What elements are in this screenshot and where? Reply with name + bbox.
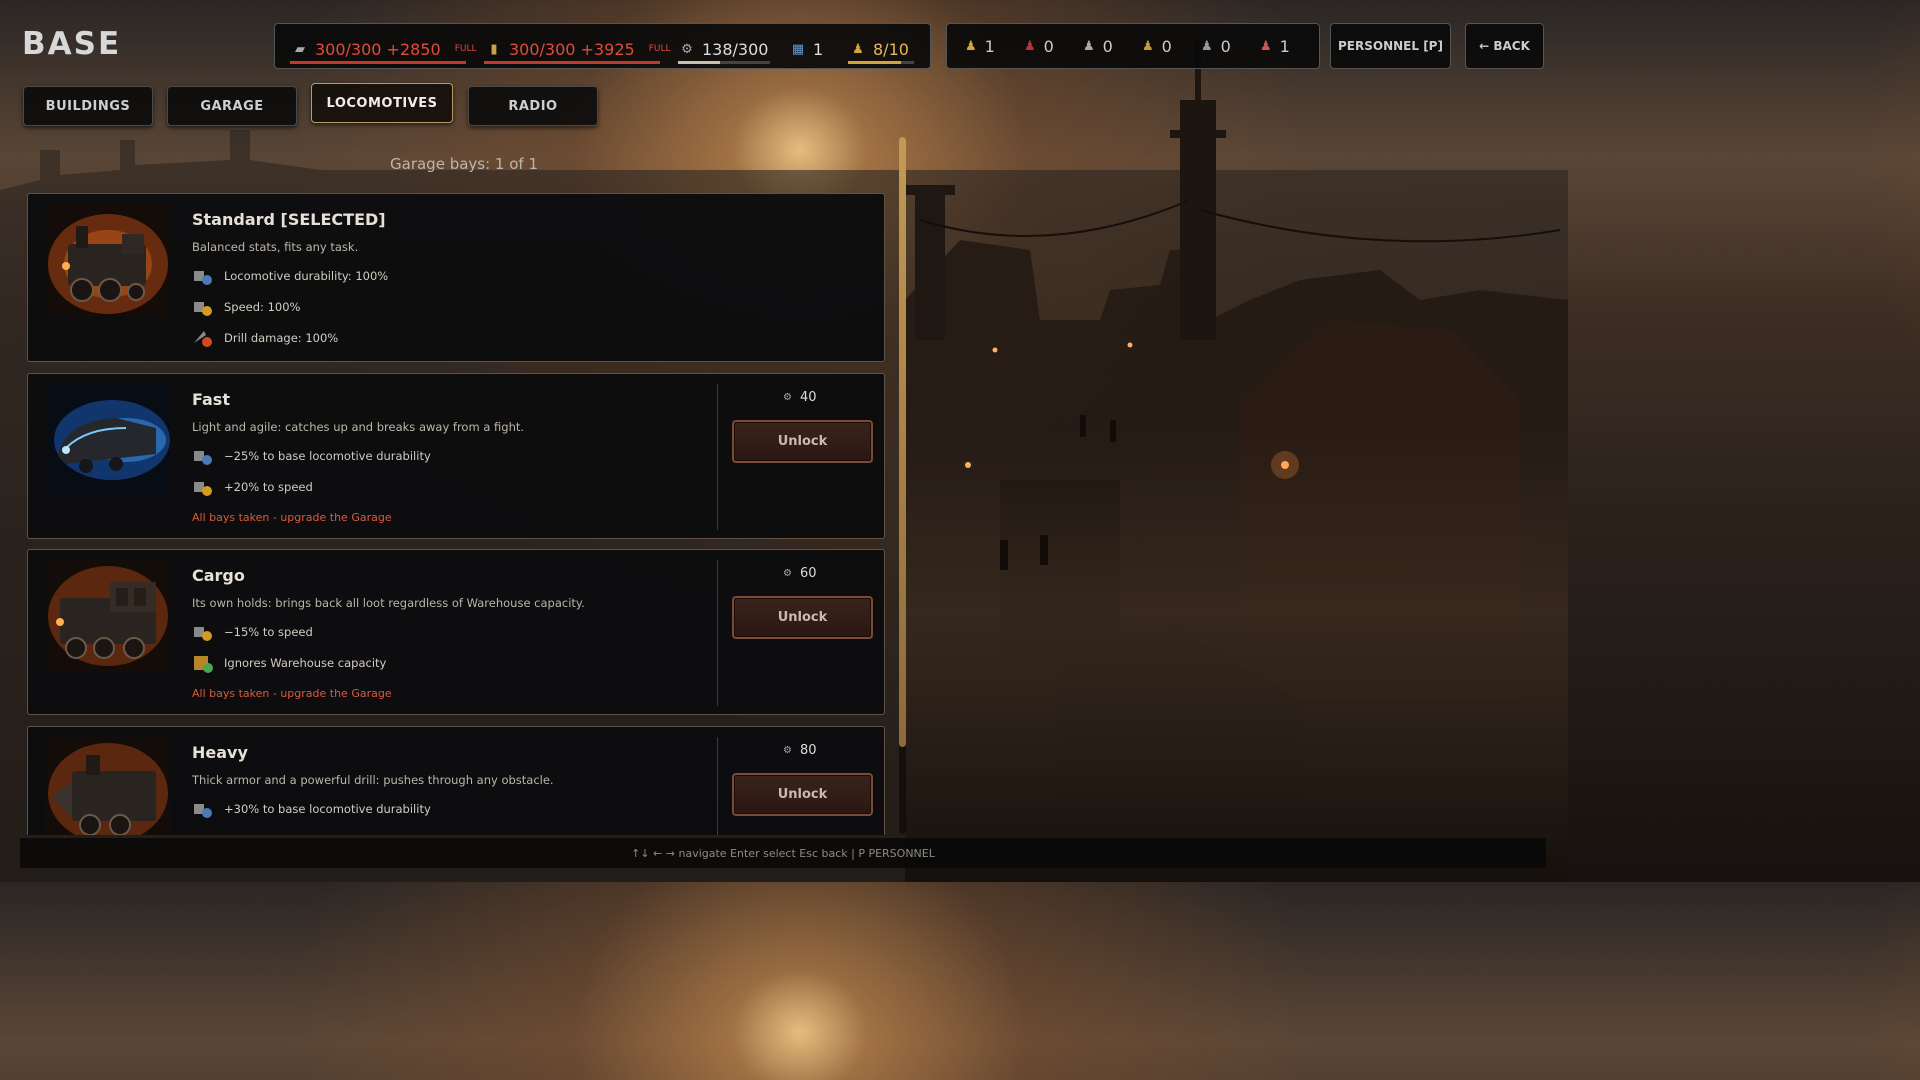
garage-bays-count: Garage bays: 1 of 1 <box>390 155 539 173</box>
stat-row: +20% to speed <box>192 476 313 498</box>
warehouse-icon <box>192 652 214 674</box>
locomotive-card-fast[interactable]: Fast Light and agile: catches up and bre… <box>27 373 885 539</box>
divider <box>717 737 718 835</box>
bays-full-warning: All bays taken - upgrade the Garage <box>192 511 392 524</box>
scrap-icon: ▰ <box>295 41 305 57</box>
durability-icon <box>192 265 214 287</box>
tab-radio[interactable]: RADIO <box>468 86 598 126</box>
parts-value: 138/300 <box>702 39 769 59</box>
workers-bar: ♟ 1 ♟ 0 ♟ 0 ♟ 0 ♟ 0 ♟ 1 <box>946 23 1320 69</box>
locomotive-fast-image <box>46 384 170 496</box>
locomotive-description: Its own holds: brings back all loot rega… <box>192 596 585 610</box>
tab-buildings[interactable]: BUILDINGS <box>23 86 153 126</box>
unlock-cost: ⚙ 80 <box>783 743 817 758</box>
personnel-button[interactable]: PERSONNEL [P] <box>1330 23 1451 69</box>
fuel-value: 300/300 +3925 <box>509 39 635 59</box>
unlock-button[interactable]: Unlock <box>732 596 873 639</box>
stat-row: Ignores Warehouse capacity <box>192 652 386 674</box>
worker-slot: ♟ 1 <box>1260 36 1290 56</box>
fuel-resource: ▮ 300/300 +3925 FULL <box>485 34 670 64</box>
blueprint-resource: ▦ 1 <box>789 34 823 64</box>
drill-icon <box>192 327 214 349</box>
stat-row: +30% to base locomotive durability <box>192 798 431 820</box>
page-title: BASE <box>22 26 122 62</box>
unlock-button[interactable]: Unlock <box>732 773 873 816</box>
locomotive-card-standard[interactable]: Standard [SELECTED] Balanced stats, fits… <box>27 193 885 362</box>
engineer-icon: ♟ <box>1083 38 1095 54</box>
worker-icon: ♟ <box>965 38 977 54</box>
scrap-value: 300/300 +2850 <box>315 39 441 59</box>
fuel-icon: ▮ <box>490 41 498 57</box>
fuel-full-label: FULL <box>648 44 671 54</box>
people-meter <box>848 61 914 64</box>
parts-meter <box>678 61 770 64</box>
scrap-meter <box>290 61 466 64</box>
durability-icon <box>192 445 214 467</box>
locomotive-name: Standard [SELECTED] <box>192 210 386 229</box>
worker-slot: ♟ 1 <box>965 36 995 56</box>
worker-slot: ♟ 0 <box>1201 36 1231 56</box>
divider <box>717 384 718 530</box>
unlock-cost: ⚙ 60 <box>783 566 817 581</box>
locomotive-description: Balanced stats, fits any task. <box>192 240 359 254</box>
controls-hint: ↑↓ ← → navigate Enter select Esc back | … <box>20 838 1546 868</box>
medic-icon: ♟ <box>1260 38 1272 54</box>
list-scrollbar[interactable] <box>899 137 906 834</box>
worker-slot: ♟ 0 <box>1142 36 1172 56</box>
locomotive-card-cargo[interactable]: Cargo Its own holds: brings back all loo… <box>27 549 885 715</box>
back-button[interactable]: ← BACK <box>1465 23 1544 69</box>
resource-bar: ▰ 300/300 +2850 FULL ▮ 300/300 +3925 FUL… <box>274 23 931 69</box>
blueprint-icon: ▦ <box>791 41 805 57</box>
person-icon: ♟ <box>852 41 864 57</box>
speed-icon <box>192 621 214 643</box>
locomotive-heavy-image <box>46 737 170 835</box>
worker-slot: ♟ 0 <box>1024 36 1054 56</box>
locomotive-description: Light and agile: catches up and breaks a… <box>192 420 525 434</box>
soldier-icon: ♟ <box>1024 38 1036 54</box>
scrap-resource: ▰ 300/300 +2850 FULL <box>291 34 476 64</box>
unlock-cost: ⚙ 40 <box>783 390 817 405</box>
tab-locomotives[interactable]: LOCOMOTIVES <box>311 83 453 123</box>
people-value: 8/10 <box>873 39 909 59</box>
durability-icon <box>192 798 214 820</box>
tab-garage[interactable]: GARAGE <box>167 86 297 126</box>
stat-row: Drill damage: 100% <box>192 327 338 349</box>
parts-icon: ⚙ <box>783 392 792 403</box>
stat-row: −15% to speed <box>192 621 313 643</box>
locomotive-description: Thick armor and a powerful drill: pushes… <box>192 773 554 787</box>
speed-icon <box>192 296 214 318</box>
parts-resource: ⚙ 138/300 <box>678 34 768 64</box>
locomotive-name: Heavy <box>192 743 248 762</box>
people-resource: ♟ 8/10 <box>849 34 909 64</box>
locomotive-name: Cargo <box>192 566 245 585</box>
scout-icon: ♟ <box>1201 38 1213 54</box>
parts-icon: ⚙ <box>783 745 792 756</box>
locomotive-list: Standard [SELECTED] Balanced stats, fits… <box>27 193 885 835</box>
divider <box>717 560 718 706</box>
locomotive-name: Fast <box>192 390 230 409</box>
stat-row: Speed: 100% <box>192 296 300 318</box>
worker-slot: ♟ 0 <box>1083 36 1113 56</box>
stat-row: −25% to base locomotive durability <box>192 445 431 467</box>
speed-icon <box>192 476 214 498</box>
locomotive-standard-image <box>46 204 170 316</box>
parts-icon: ⚙ <box>681 41 693 57</box>
locomotive-cargo-image <box>46 560 170 672</box>
scrollbar-thumb[interactable] <box>899 137 906 747</box>
bays-full-warning: All bays taken - upgrade the Garage <box>192 687 392 700</box>
blueprint-value: 1 <box>813 39 824 59</box>
fuel-meter <box>484 61 660 64</box>
parts-icon: ⚙ <box>783 568 792 579</box>
locomotive-card-heavy[interactable]: Heavy Thick armor and a powerful drill: … <box>27 726 885 835</box>
miner-icon: ♟ <box>1142 38 1154 54</box>
stat-row: Locomotive durability: 100% <box>192 265 388 287</box>
scrap-full-label: FULL <box>454 44 477 54</box>
unlock-button[interactable]: Unlock <box>732 420 873 463</box>
